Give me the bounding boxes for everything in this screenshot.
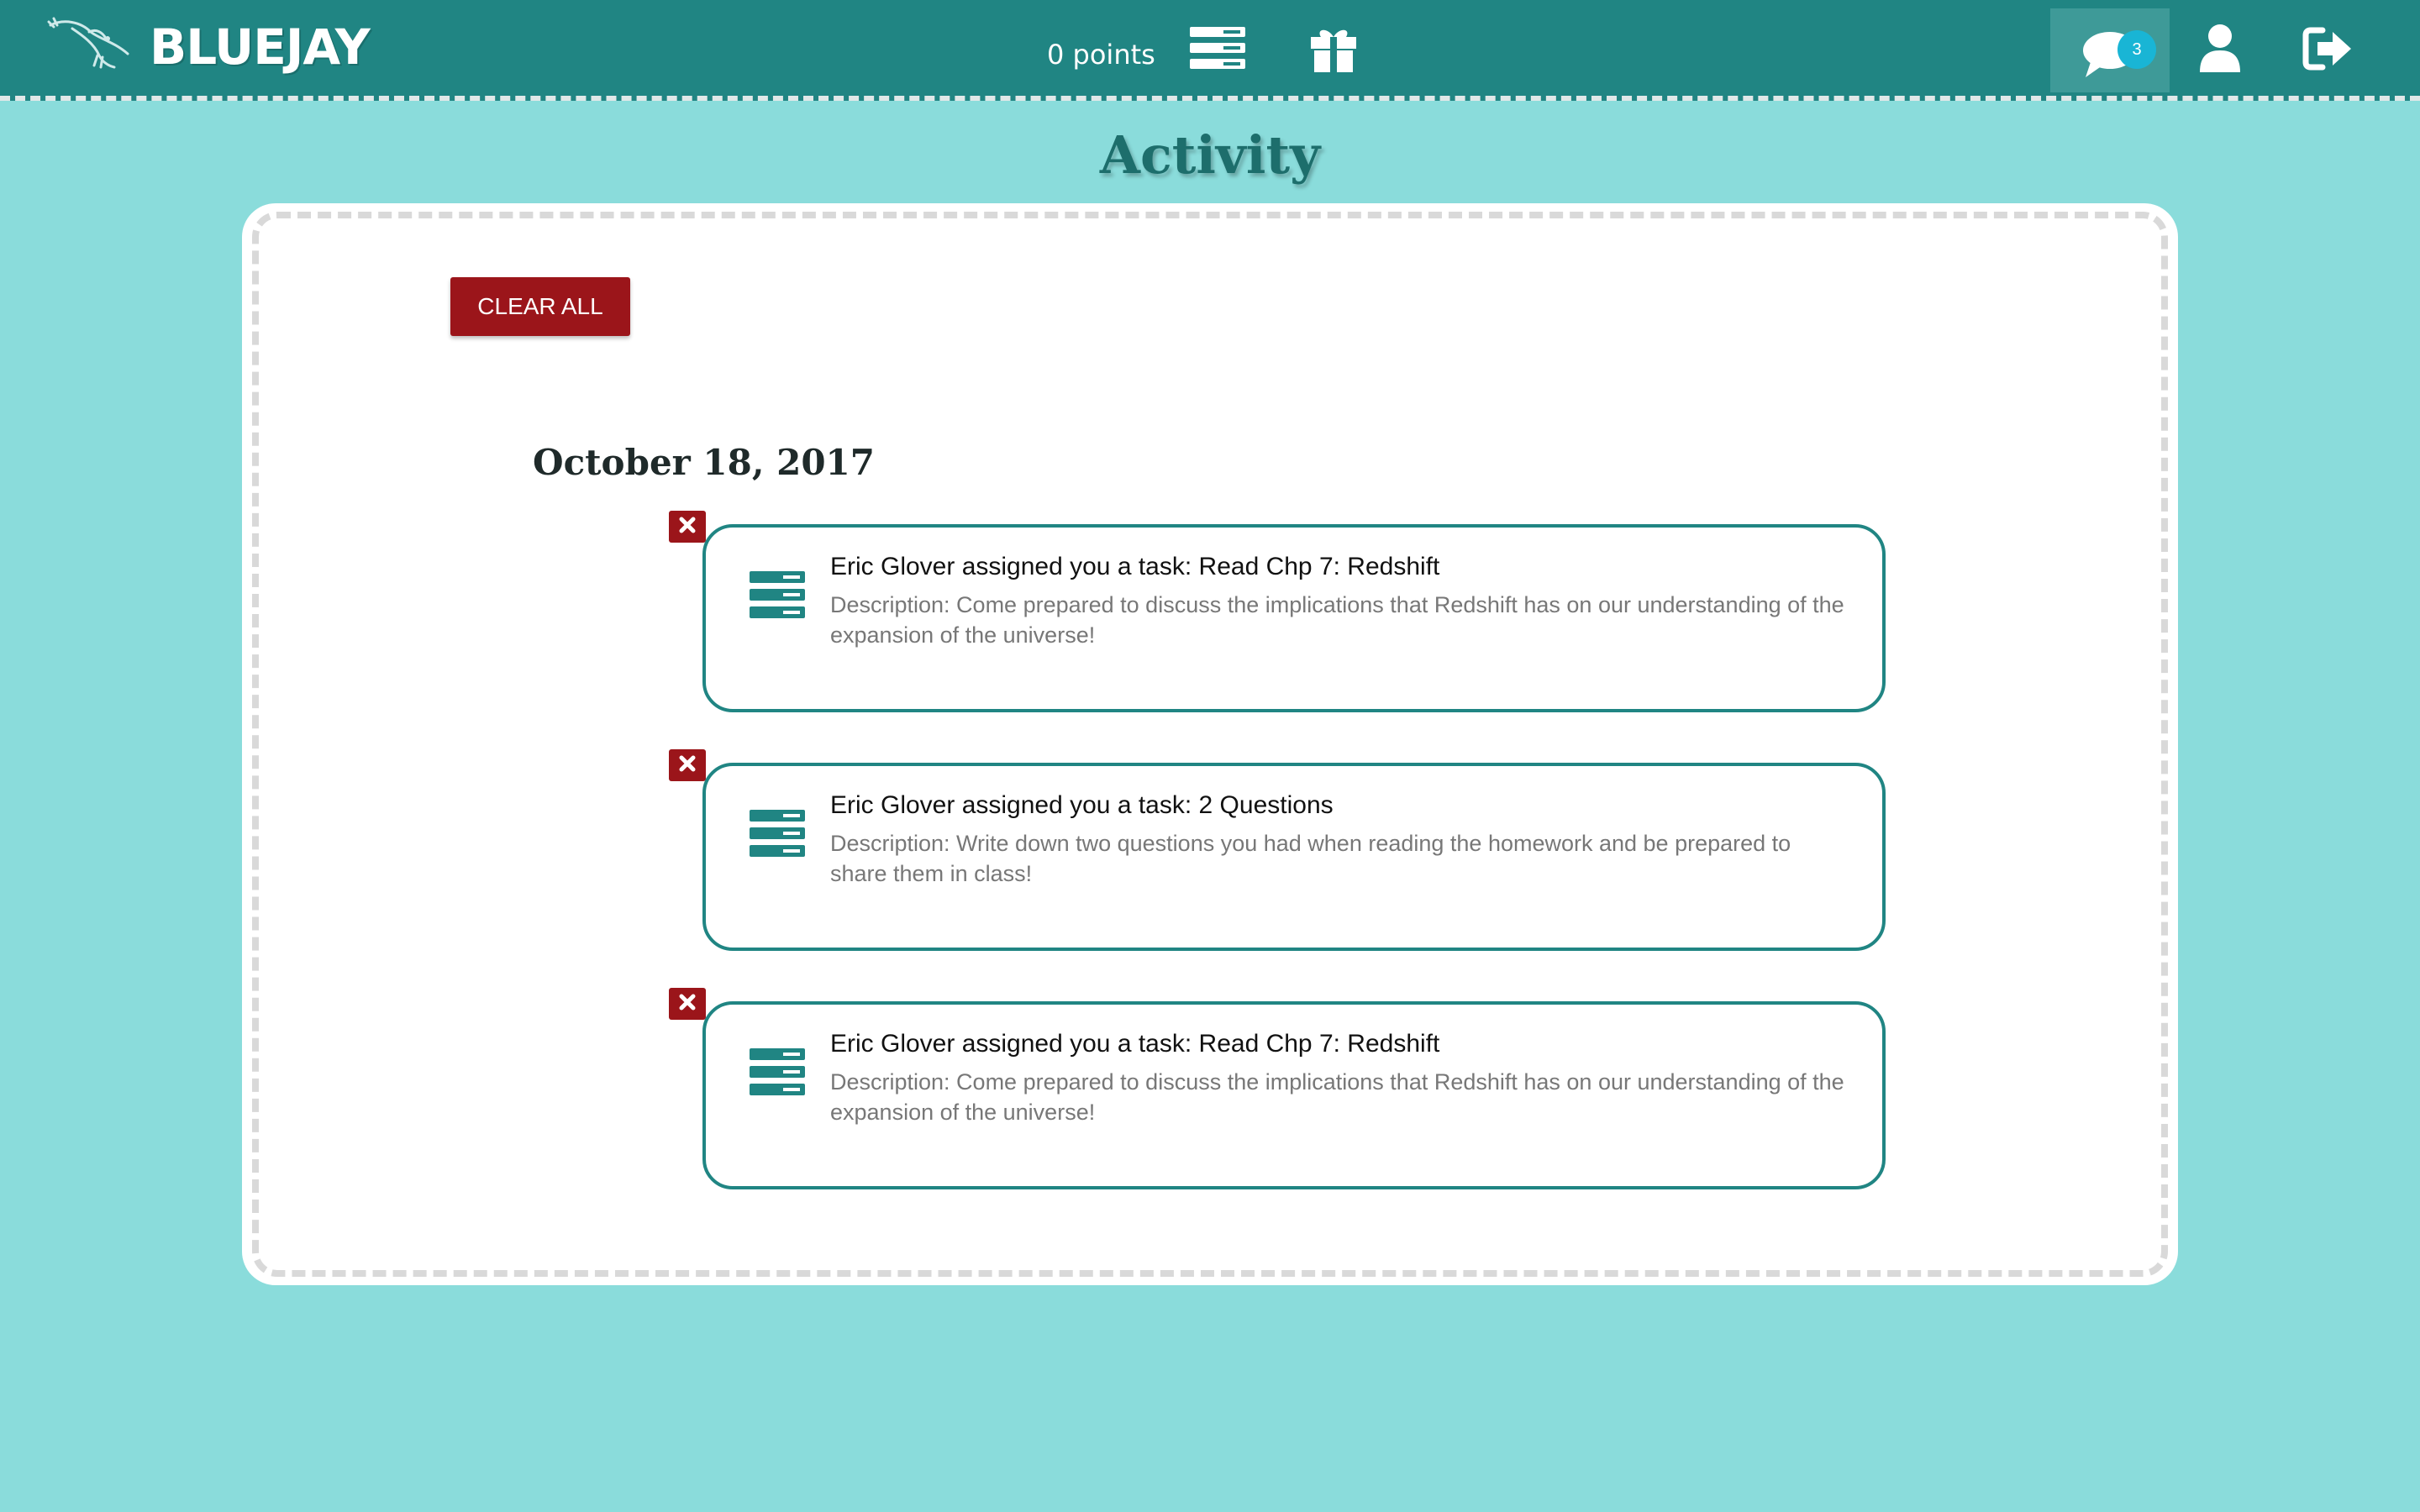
tasks-icon	[1190, 26, 1245, 73]
dismiss-button[interactable]	[669, 749, 706, 781]
gift-icon	[1309, 25, 1358, 76]
close-icon	[678, 993, 697, 1016]
messages-nav-button[interactable]: 3	[2050, 8, 2170, 92]
activity-item-title: Eric Glover assigned you a task: 2 Quest…	[830, 791, 1334, 819]
brand-name[interactable]: BLUEJAY	[150, 18, 371, 76]
date-heading: October 18, 2017	[533, 442, 875, 483]
logout-nav-button[interactable]	[2302, 27, 2353, 75]
activity-item-description: Description: Write down two questions yo…	[830, 831, 1791, 886]
points-counter: 0 points	[1047, 39, 1155, 71]
message-count-badge: 3	[2118, 30, 2156, 69]
rewards-nav-button[interactable]	[1309, 27, 1358, 74]
activity-item[interactable]: Eric Glover assigned you a task: Read Ch…	[702, 1001, 1886, 1189]
profile-nav-button[interactable]	[2198, 24, 2242, 78]
close-icon	[678, 754, 697, 777]
top-navbar: BLUEJAY 0 points 3	[0, 0, 2420, 101]
activity-item[interactable]: Eric Glover assigned you a task: 2 Quest…	[702, 763, 1886, 951]
task-icon	[750, 571, 805, 618]
close-icon	[678, 516, 697, 538]
task-icon	[750, 810, 805, 857]
brand-logo[interactable]	[47, 15, 133, 74]
bird-logo-icon	[47, 13, 133, 76]
tasks-nav-button[interactable]	[1190, 26, 1245, 73]
activity-item-title: Eric Glover assigned you a task: Read Ch…	[830, 553, 1440, 580]
dismiss-button[interactable]	[669, 511, 706, 543]
activity-item-description: Description: Come prepared to discuss th…	[830, 592, 1844, 648]
clear-all-button[interactable]: CLEAR ALL	[450, 277, 630, 336]
task-icon	[750, 1048, 805, 1095]
page-title: Activity	[1099, 124, 1321, 186]
activity-item-title: Eric Glover assigned you a task: Read Ch…	[830, 1030, 1440, 1058]
dismiss-button[interactable]	[669, 988, 706, 1020]
activity-item-description: Description: Come prepared to discuss th…	[830, 1069, 1844, 1125]
activity-item[interactable]: Eric Glover assigned you a task: Read Ch…	[702, 524, 1886, 712]
user-icon	[2198, 24, 2242, 78]
logout-icon	[2302, 27, 2353, 75]
